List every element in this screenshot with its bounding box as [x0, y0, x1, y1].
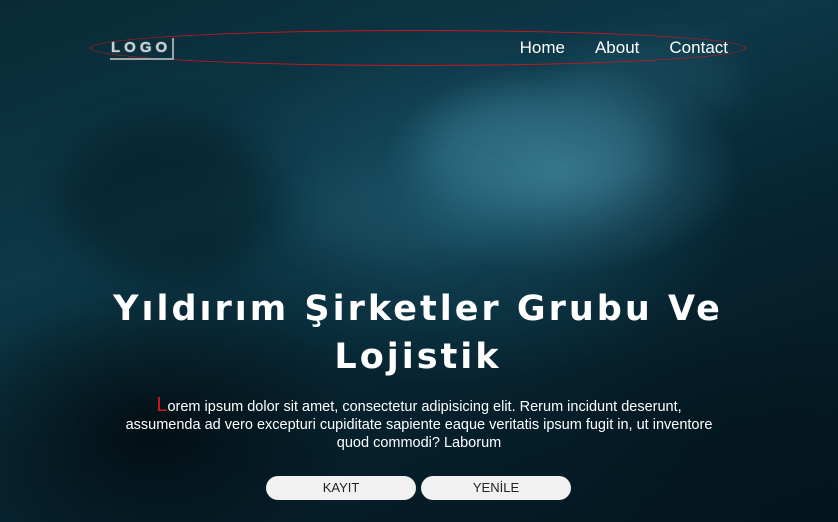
nav-links: Home About Contact	[520, 38, 728, 58]
nav-link-about[interactable]: About	[595, 38, 639, 58]
kayit-button[interactable]: KAYIT	[266, 476, 416, 500]
logo[interactable]: LOGO	[110, 38, 174, 60]
background-cloud	[420, 90, 660, 210]
background-shadow	[60, 120, 280, 280]
background-cloud	[300, 170, 500, 260]
drop-cap-letter: L	[156, 394, 168, 416]
hero-title: Yıldırım Şirketler Grubu Ve Lojistik	[113, 289, 723, 377]
nav-link-home[interactable]: Home	[520, 38, 565, 58]
hero-description: Lorem ipsum dolor sit amet, consectetur …	[124, 395, 714, 452]
yenile-button[interactable]: YENİLE	[421, 476, 571, 500]
hero-description-text: orem ipsum dolor sit amet, consectetur a…	[125, 399, 713, 451]
hero-section: LOGO Home About Contact Yıldırım Şirketl…	[0, 0, 838, 522]
nav-link-contact[interactable]: Contact	[669, 38, 728, 58]
